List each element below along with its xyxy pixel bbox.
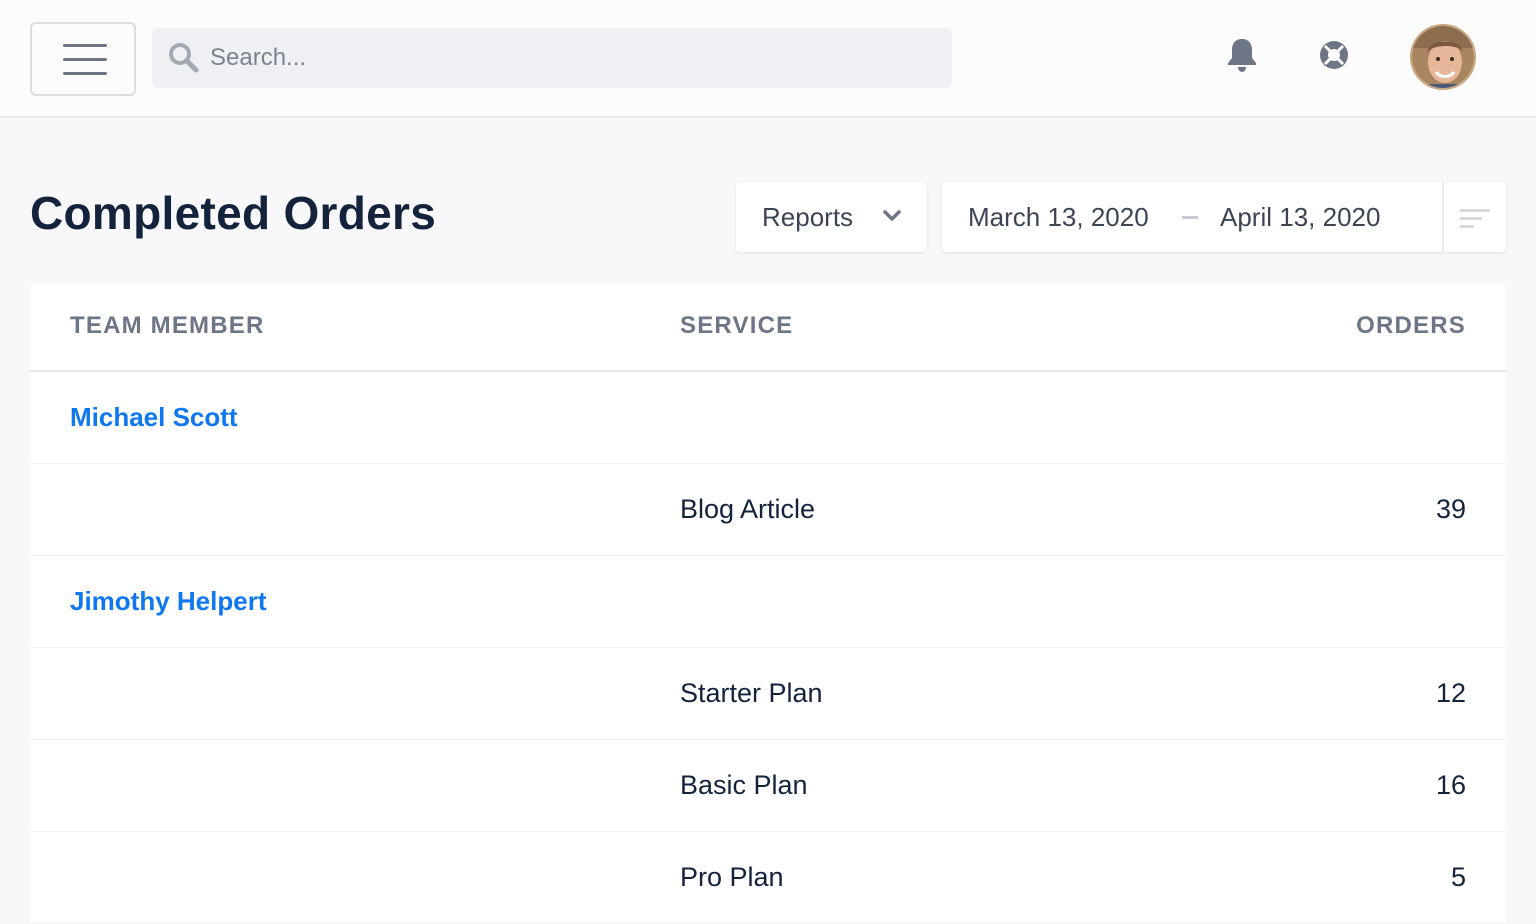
divider: [1442, 182, 1444, 252]
table-row: Pro Plan 5: [30, 832, 1506, 924]
date-end[interactable]: April 13, 2020: [1220, 202, 1380, 233]
search-box: [152, 28, 952, 88]
date-range-picker: March 13, 2020 April 13, 2020: [942, 182, 1506, 252]
orders-cell: 12: [1435, 678, 1466, 708]
menu-icon-bar: [63, 72, 107, 75]
team-member-link[interactable]: Jimothy Helpert: [70, 586, 267, 617]
search-input[interactable]: [210, 28, 940, 88]
avatar[interactable]: [1410, 24, 1476, 90]
table-header: TEAM MEMBER SERVICE ORDERS: [30, 284, 1506, 372]
orders-cell: 39: [1435, 494, 1466, 524]
avatar-image: [1412, 26, 1474, 88]
service-cell: Basic Plan: [680, 770, 808, 800]
chevron-down-icon: [883, 210, 901, 221]
column-header-service[interactable]: SERVICE: [680, 312, 793, 340]
team-member-link[interactable]: Michael Scott: [70, 402, 238, 433]
menu-icon-bar: [63, 44, 107, 47]
date-separator: [1182, 216, 1198, 219]
date-start[interactable]: March 13, 2020: [968, 202, 1149, 233]
reports-dropdown-label: Reports: [762, 202, 854, 232]
table-row: Jimothy Helpert: [30, 556, 1506, 648]
orders-table: TEAM MEMBER SERVICE ORDERS Michael Scott…: [30, 284, 1506, 924]
menu-button[interactable]: [30, 22, 136, 96]
service-cell: Blog Article: [680, 494, 816, 524]
table-row: Starter Plan 12: [30, 648, 1506, 740]
orders-cell: 5: [1450, 862, 1466, 892]
column-header-team-member[interactable]: TEAM MEMBER: [70, 312, 265, 340]
help-icon[interactable]: [1317, 38, 1351, 72]
search-icon: [169, 43, 199, 73]
table-row: Michael Scott: [30, 372, 1506, 464]
top-bar: [0, 0, 1536, 118]
bell-icon[interactable]: [1224, 36, 1260, 74]
column-header-orders[interactable]: ORDERS: [1356, 312, 1466, 340]
filter-icon[interactable]: [1460, 208, 1490, 228]
service-cell: Starter Plan: [680, 678, 823, 708]
orders-cell: 16: [1435, 770, 1466, 800]
service-cell: Pro Plan: [680, 862, 784, 892]
menu-icon-bar: [63, 58, 107, 61]
reports-dropdown[interactable]: Reports: [736, 182, 926, 252]
table-row: Basic Plan 16: [30, 740, 1506, 832]
table-row: Blog Article 39: [30, 464, 1506, 556]
page-title: Completed Orders: [30, 187, 437, 239]
